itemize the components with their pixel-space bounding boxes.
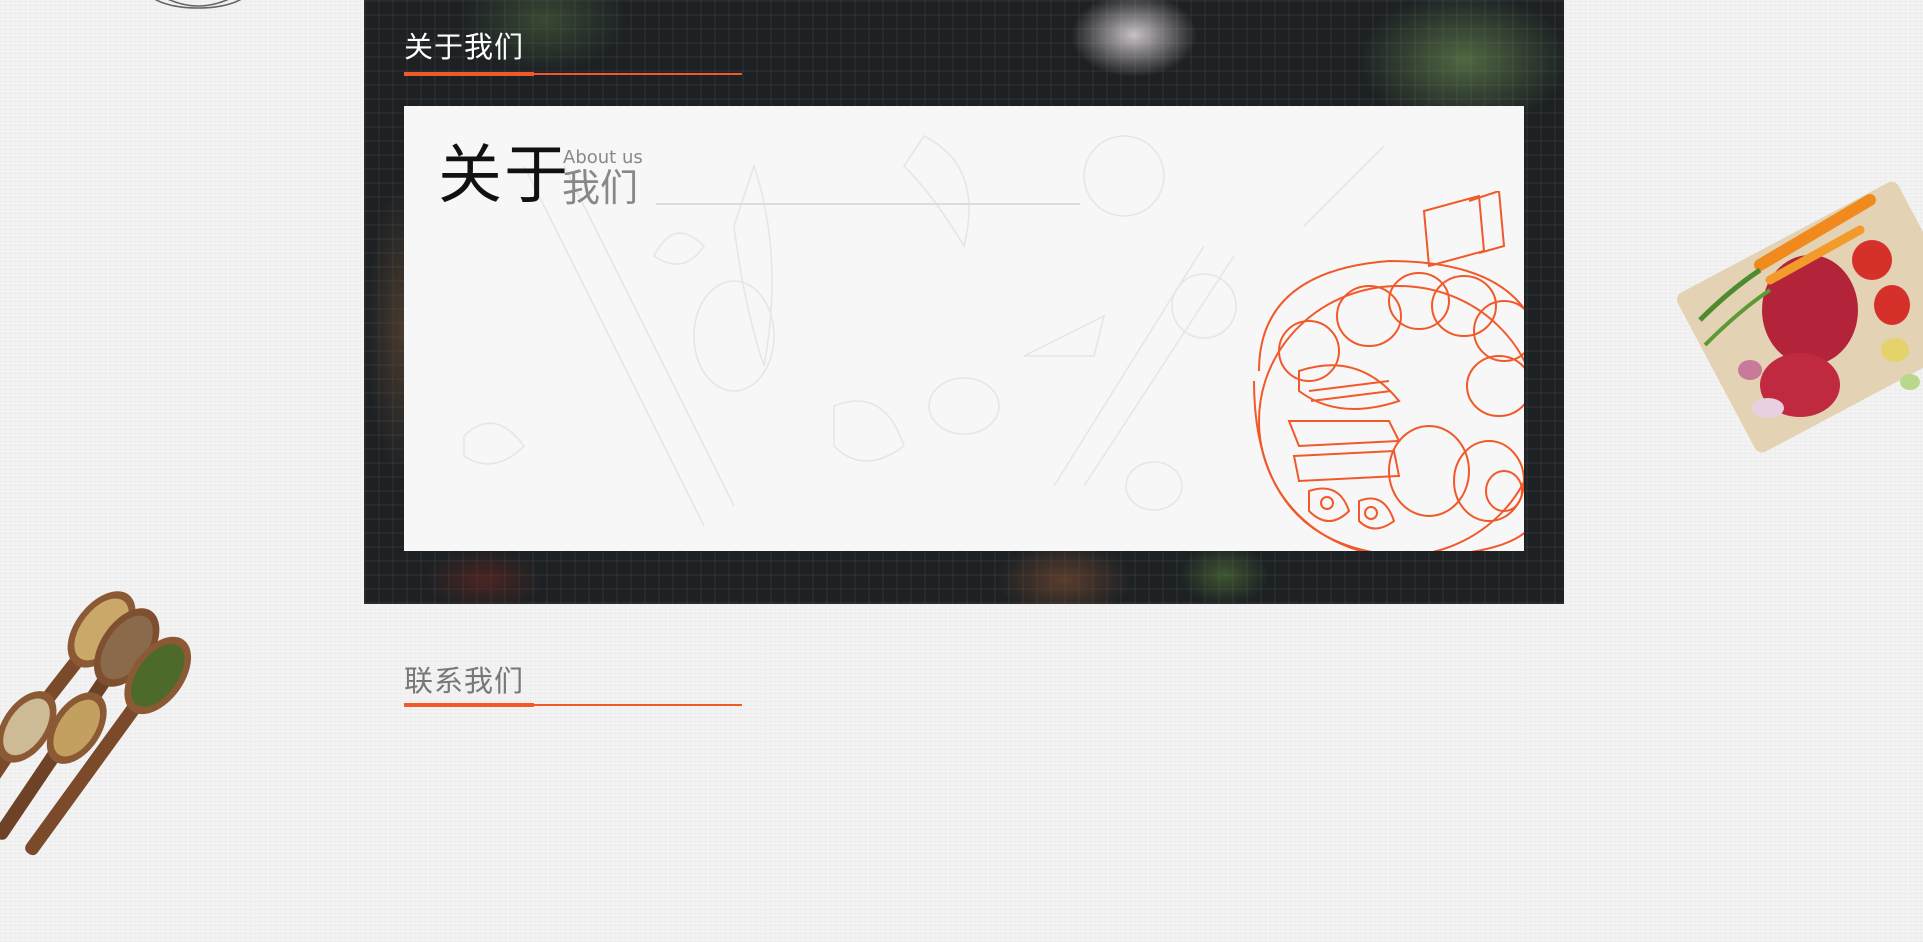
about-card: 关于 About us 我们 [404,106,1524,551]
about-section-heading: 关于我们 [404,30,525,64]
about-heading-underline-accent [404,72,534,76]
spice-spoons-image [0,591,192,858]
about-card-title-english: About us [563,147,643,168]
contact-heading-underline-accent [404,703,534,707]
about-section: 关于我们 关于 About us 我们 [364,0,1564,604]
about-card-title-divider [656,203,1080,205]
noodle-bowl-icon [1253,191,1524,551]
page: { "about": { "heading": "关于我们", "card": … [0,0,1923,942]
contact-section-heading: 联系我们 [404,664,525,698]
dish-sketch-icon [154,0,242,9]
contact-heading-underline [404,703,742,707]
about-heading-underline [404,72,742,76]
about-card-title-main: 关于 [438,139,570,213]
about-card-title-sub: 我们 [562,166,639,210]
meat-cutting-board-image [1676,181,1923,453]
